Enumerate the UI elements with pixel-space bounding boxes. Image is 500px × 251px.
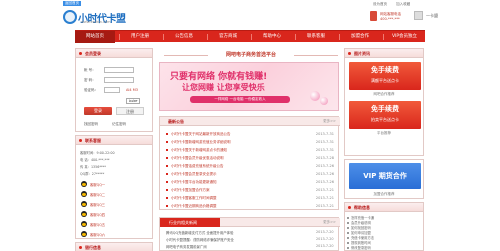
image-news-title: 图片资讯 — [345, 49, 423, 58]
password-input[interactable] — [104, 77, 134, 83]
news-list: 小时代卡盟关于网站最新开放商品公告 2013-7-31 小时代卡盟新增网游充值业务… — [166, 130, 336, 210]
promo-banner[interactable]: 只要有网络 你就有钱赚! 让您网赚 让您享受快乐 一样网络 一台电脑 一份稳定收… — [159, 62, 339, 111]
code-input[interactable] — [104, 87, 120, 93]
list-item[interactable]: 小时代卡盟平台功能更新通知 2013-7-26 — [166, 178, 336, 186]
login-panel: 会员登录 帐 号： 密 码： 验证码： AI4 M3 bdze 登录 注册 找回… — [75, 48, 153, 132]
service-fax: 传 真：1356**** — [80, 165, 106, 169]
list-item[interactable]: 小时代卡盟会员登录安全提示 2013-7-26 — [166, 170, 336, 178]
nav-item-home[interactable]: 网站首页 — [75, 31, 115, 43]
captcha-image[interactable]: bdze — [126, 98, 141, 104]
service-phone: 电 话：400-***-*** — [80, 158, 110, 162]
qq-icon — [81, 181, 87, 187]
code-label: 验证码： — [84, 88, 98, 92]
service-panel: 联系客服 客服时间：9:00-22:00 电 话：400-***-*** 传 真… — [75, 135, 153, 239]
phone-icon — [370, 11, 377, 21]
home-tag-link[interactable]: 返回首页 — [63, 1, 81, 6]
list-item[interactable]: 小时代卡盟关于新增网游点卡的通知 2013-7-31 — [166, 146, 336, 154]
bank-panel: 银行信息 — [75, 242, 153, 251]
ad-banner-3[interactable]: VIP 期货合作 — [349, 163, 421, 189]
list-item[interactable]: 小时代卡盟提醒：谨防网络诈骗保护账户安全 2013-7-20 — [166, 237, 334, 242]
bank-panel-title: 银行信息 — [76, 243, 152, 251]
code-value: AI4 M3 — [126, 88, 139, 92]
login-button[interactable]: 登录 — [84, 107, 112, 115]
ad-banner-1[interactable]: 免手续费 满额平台送点卡 — [349, 62, 421, 90]
help-panel: 帮助信息 怎样充值一卡通 会员升级说明 如何找回密码 如何申请加盟 充值卡使用方… — [344, 202, 424, 251]
qq-link-3[interactable]: 客服QQ三 — [90, 202, 105, 207]
ad-caption-1[interactable]: 网吧合作推荐 — [345, 92, 423, 97]
main-nav: 网站首页 用户注册 公告信息 官方商城 帮助中心 联系客服 加盟合作 VIP会员… — [75, 30, 425, 43]
news-more-link[interactable]: 更多>> — [323, 117, 336, 126]
list-item[interactable]: 小时代卡盟关于网站最新开放商品公告 2013-7-31 — [166, 130, 336, 138]
add-favorite-link[interactable]: 加入收藏 — [396, 2, 410, 6]
banner-tagline: 一样网络 一台电脑 一份稳定收入 — [190, 96, 290, 103]
service-qq-group: QQ群：27***** — [80, 172, 105, 176]
list-item[interactable]: 小时代卡盟话费充值系统升级公告 2013-7-26 — [166, 162, 336, 170]
ad-caption-3[interactable]: 加盟合作推荐 — [345, 192, 423, 197]
nav-item-help[interactable]: 帮助中心 — [252, 31, 292, 43]
nav-item-contact[interactable]: 联系客服 — [296, 31, 336, 43]
help-panel-title: 帮助信息 — [345, 203, 423, 212]
logo-url: www.xsdkm.com — [81, 20, 111, 24]
phone-label: 网站客服电话 400-***-*** — [380, 12, 401, 21]
login-panel-title: 会员登录 — [76, 49, 152, 58]
qq-icon — [81, 221, 87, 227]
nav-item-notice[interactable]: 公告信息 — [164, 31, 204, 43]
phone-box: 网站客服电话 400-***-*** 一卡盟 — [370, 10, 465, 24]
banner-headline: 只要有网络 你就有钱赚! — [170, 72, 268, 82]
platform-title: 网吧电子商务首选平台 — [164, 50, 338, 60]
account-label: 帐 号： — [84, 68, 96, 72]
banner-decoration — [320, 97, 328, 105]
vip-panel: VIP 期货合作 加盟合作推荐 — [344, 159, 424, 199]
list-item[interactable]: 网吧电子商务发展前景广阔 2013-7-20 — [166, 244, 334, 249]
banner-decoration — [310, 91, 320, 101]
image-news-panel: 图片资讯 免手续费 满额平台送点卡 网吧合作推荐 免手续费 拍卖平台送点卡 平台… — [344, 48, 424, 156]
password-label: 密 码： — [84, 78, 96, 82]
service-panel-title: 联系客服 — [76, 136, 152, 145]
top-links: 设为首页 加入收藏 — [365, 2, 410, 7]
list-item[interactable]: 小时代卡盟会员升级优惠活动说明 2013-7-28 — [166, 154, 336, 162]
forgot-password-link[interactable]: 找回密码 — [84, 122, 98, 127]
help-link[interactable]: 修改登录密码 — [347, 245, 371, 250]
list-item[interactable]: 小时代卡盟新增网游充值业务详细说明 2013-7-31 — [166, 138, 336, 146]
qq-icon — [81, 211, 87, 217]
qq-link-2[interactable]: 客服QQ二 — [90, 192, 105, 197]
set-homepage-link[interactable]: 设为首页 — [373, 2, 387, 6]
qq-icon — [81, 231, 87, 237]
list-item[interactable]: 小时代卡盟加盟合作方案 2013-7-21 — [166, 186, 336, 194]
nav-item-vip[interactable]: VIP会员独立 — [384, 31, 425, 43]
tab-news[interactable]: 最新公告 — [160, 117, 184, 126]
ad-caption-2[interactable]: 平台推荐 — [345, 131, 423, 136]
tab-industry-news[interactable]: 行业内相关新闻 — [160, 218, 220, 227]
qq-link-1[interactable]: 客服QQ一 — [90, 182, 105, 187]
industry-more-link[interactable]: 更多>> — [323, 218, 336, 227]
register-button[interactable]: 注册 — [116, 107, 144, 115]
qq-icon — [81, 191, 87, 197]
ad-banner-2[interactable]: 免手续费 拍卖平台送点卡 — [349, 101, 421, 129]
qq-link-5[interactable]: 客服QQ五 — [90, 222, 105, 227]
list-item[interactable]: 腾讯QQ充值新增支付方式 全面提升用户体验 2013-7-20 — [166, 230, 334, 235]
nav-item-mall[interactable]: 官方商城 — [208, 31, 248, 43]
nav-item-register[interactable]: 用户注册 — [120, 31, 160, 43]
list-item[interactable]: 小时代卡盟近期商品价格调整 2013-7-21 — [166, 202, 336, 210]
remember-password-link[interactable]: 记住密码 — [112, 122, 126, 127]
card-icon — [414, 11, 423, 20]
site-logo[interactable]: 小时代卡盟 www.xsdkm.com — [63, 9, 126, 26]
list-item[interactable]: 小时代卡盟客服工作时间调整 2013-7-21 — [166, 194, 336, 202]
account-input[interactable] — [104, 67, 134, 73]
logo-mark-icon — [63, 10, 77, 24]
nav-item-join[interactable]: 加盟合作 — [340, 31, 380, 43]
qq-link-4[interactable]: 客服QQ四 — [90, 212, 105, 217]
banner-subheadline: 让您网赚 让您享受快乐 — [182, 83, 265, 92]
service-hours: 客服时间：9:00-22:00 — [80, 151, 115, 155]
phone-link[interactable]: 一卡盟 — [426, 13, 438, 19]
qq-link-6[interactable]: 客服QQ六 — [90, 232, 105, 237]
qq-icon — [81, 201, 87, 207]
news-panel: 最新公告 更多>> 小时代卡盟关于网站最新开放商品公告 2013-7-31 小时代… — [159, 116, 340, 210]
industry-news-panel: 行业内相关新闻 更多>> 腾讯QQ充值新增支付方式 全面提升用户体验 2013-7… — [159, 217, 340, 251]
